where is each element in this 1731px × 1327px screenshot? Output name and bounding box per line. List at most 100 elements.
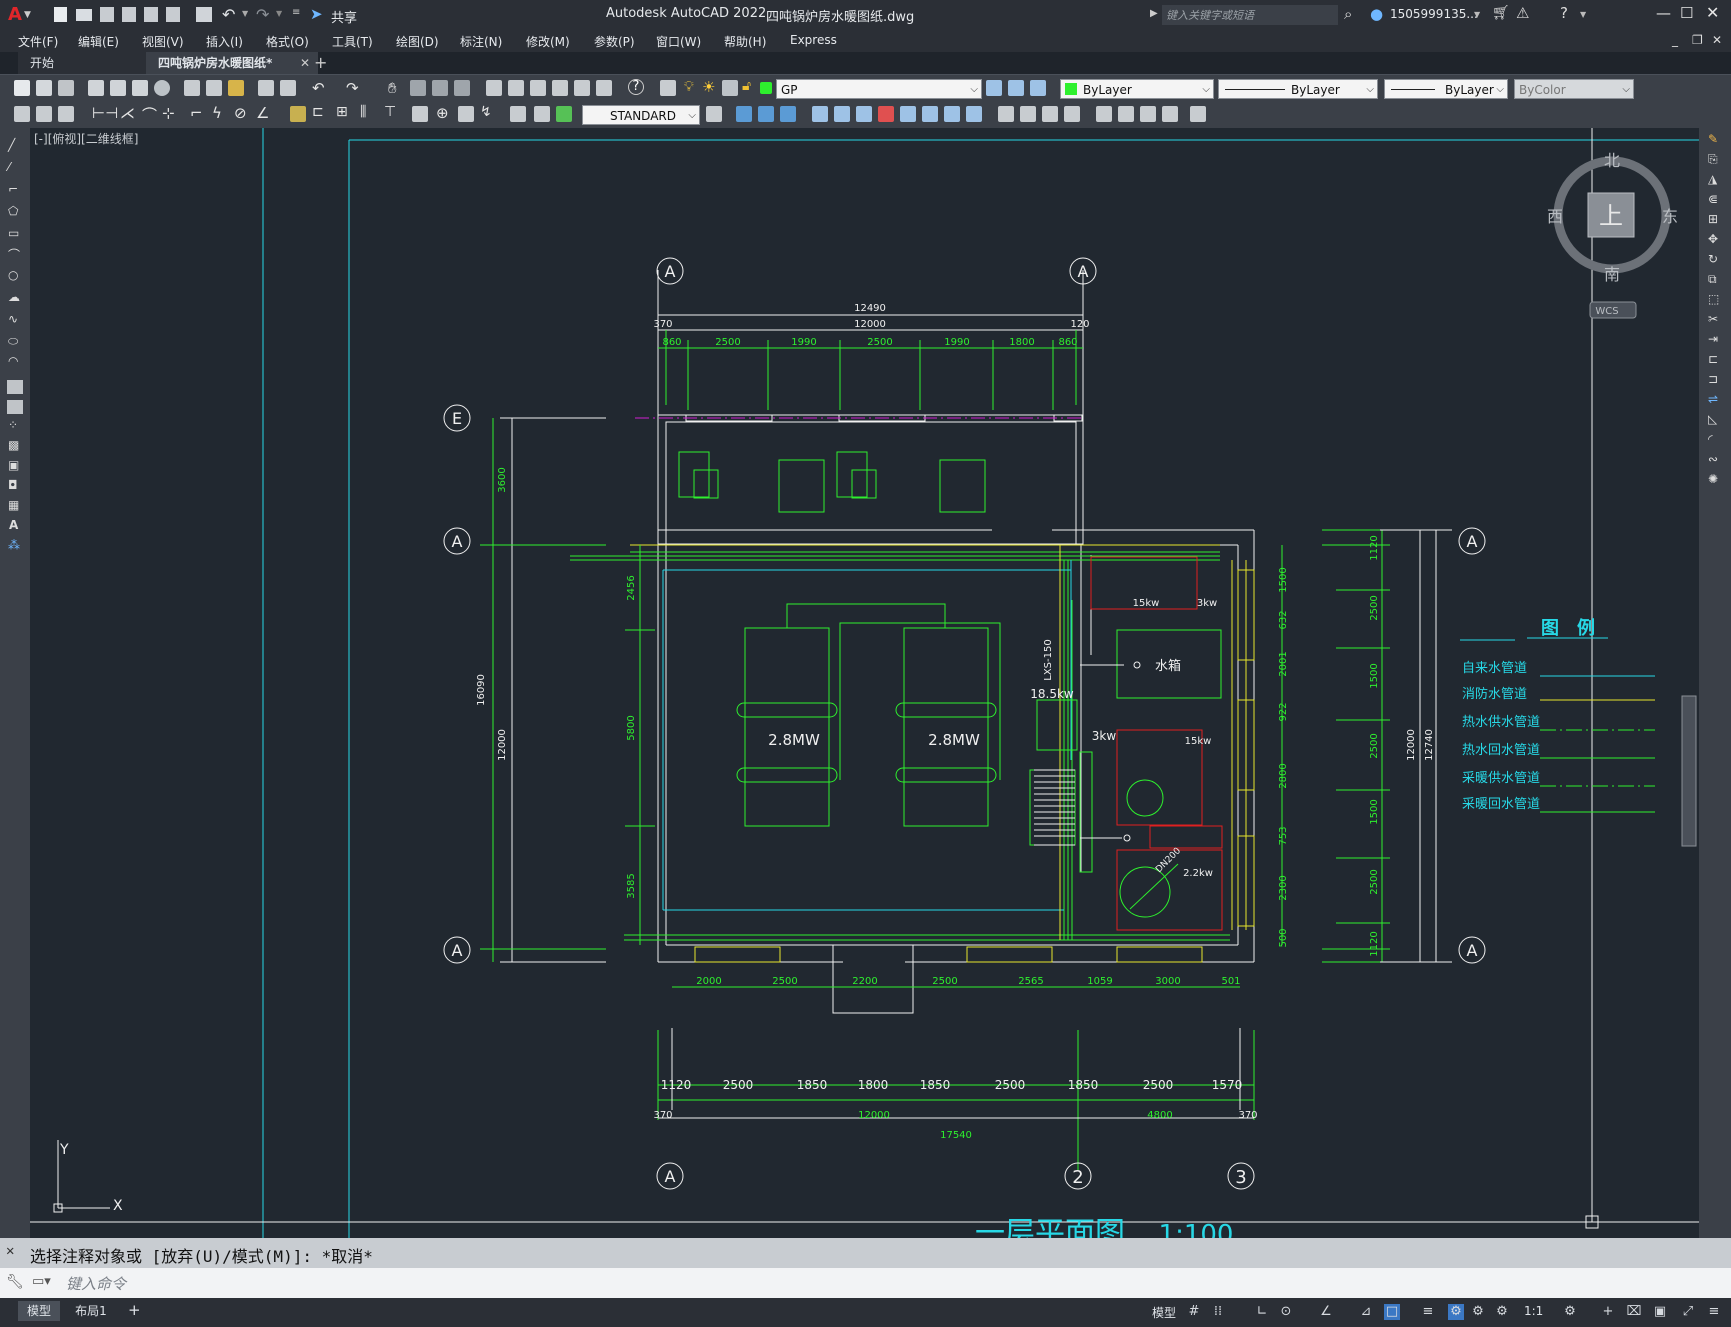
scale-dropdown[interactable]: 1:1: [1524, 1304, 1543, 1318]
point-icon[interactable]: ⁘: [8, 418, 18, 432]
make-current-layer-icon[interactable]: [986, 80, 1002, 96]
open-file-icon[interactable]: [76, 9, 92, 21]
command-line[interactable]: 🔧︎ ▭▾ 键入命令: [0, 1268, 1731, 1298]
table-icon[interactable]: ▦: [8, 498, 19, 512]
modify-tool-icon[interactable]: [834, 106, 850, 122]
properties-icon[interactable]: [486, 80, 502, 96]
block-editor-icon[interactable]: [280, 80, 296, 96]
doc-minimize-icon[interactable]: _: [1672, 33, 1678, 47]
menu-help[interactable]: 帮助(H): [724, 33, 766, 50]
undo-icon[interactable]: ↶: [222, 5, 235, 24]
drawing-canvas[interactable]: [-][俯视][二维线框] 上 北 南 西 东 WCS 2.8MW 2.8MW …: [30, 128, 1699, 1238]
polar-icon[interactable]: ⊙: [1278, 1304, 1294, 1320]
erase-icon[interactable]: ✎: [1708, 132, 1718, 146]
insert-block-icon[interactable]: [7, 380, 23, 394]
lineweight-dropdown[interactable]: ByLayer ⌵: [1384, 79, 1508, 99]
dim-space-icon[interactable]: ⫼: [360, 104, 366, 120]
move-icon[interactable]: ✥: [1708, 232, 1718, 246]
polyline-icon[interactable]: ⌐: [8, 182, 18, 196]
tolerance-icon[interactable]: [412, 106, 428, 122]
tab-drawing[interactable]: 四吨锅炉房水暖图纸* ✕: [146, 52, 318, 74]
navigation-bar[interactable]: [1681, 695, 1697, 847]
arc-dim-icon[interactable]: ⌒: [142, 104, 157, 125]
break-at-point-icon[interactable]: ⊏: [1708, 352, 1718, 366]
modify-tool-icon[interactable]: [944, 106, 960, 122]
search-icon[interactable]: ⌕: [1344, 5, 1352, 23]
command-input[interactable]: 键入命令: [66, 1273, 126, 1294]
menu-express[interactable]: Express: [790, 33, 837, 47]
blend-curves-icon[interactable]: ∾: [1708, 452, 1718, 466]
add-selected-icon[interactable]: ⁂: [8, 538, 20, 552]
polygon-icon[interactable]: ⬠: [8, 204, 18, 218]
modify-tool-icon[interactable]: [922, 106, 938, 122]
open-icon[interactable]: [36, 80, 52, 96]
modify-tool-icon[interactable]: [1140, 106, 1156, 122]
menu-file[interactable]: 文件(F): [18, 33, 58, 50]
explode-icon[interactable]: ✺: [1708, 472, 1718, 486]
modify-tool-icon[interactable]: [878, 106, 894, 122]
dim-tool-icon[interactable]: [36, 106, 52, 122]
offset-icon[interactable]: ⋐: [1708, 192, 1718, 206]
break-icon[interactable]: ⊐: [1708, 372, 1718, 386]
ortho-icon[interactable]: ∟: [1254, 1304, 1270, 1320]
user-dropdown-icon[interactable]: ▼: [1474, 10, 1480, 19]
extend-icon[interactable]: ⇥: [1708, 332, 1718, 346]
arc-icon[interactable]: ⌒: [8, 246, 20, 263]
redo-tool-icon[interactable]: ↷: [346, 79, 359, 97]
angular-dim-icon[interactable]: ∠: [256, 104, 269, 122]
cart-icon[interactable]: 🛒︎: [1492, 5, 1510, 21]
save-icon[interactable]: [58, 80, 74, 96]
osnap-icon[interactable]: ⊿: [1358, 1304, 1374, 1320]
paste-icon[interactable]: [228, 80, 244, 96]
linear-dim-icon[interactable]: ⊢⊣: [92, 104, 118, 122]
autodesk-app-icon[interactable]: ⚠︎: [1516, 4, 1529, 22]
calculator-icon[interactable]: [596, 80, 612, 96]
color-dropdown[interactable]: ByLayer ⌵: [1060, 79, 1214, 99]
plotstyle-dropdown[interactable]: ByColor ⌵: [1514, 79, 1634, 99]
annotation-visibility-icon[interactable]: ⚙︎: [1470, 1304, 1486, 1320]
layer-viewport-icon[interactable]: [722, 80, 738, 96]
modify-tool-icon[interactable]: [812, 106, 828, 122]
plot-icon[interactable]: [196, 7, 212, 22]
tab-layout1[interactable]: 布局1: [66, 1301, 116, 1321]
search-input[interactable]: 键入关键字或短语: [1162, 5, 1338, 25]
menu-tools[interactable]: 工具(T): [332, 33, 373, 50]
inspect-icon[interactable]: [458, 106, 474, 122]
menu-view[interactable]: 视图(V): [142, 33, 184, 50]
modify-tool-icon[interactable]: [900, 106, 916, 122]
join-icon[interactable]: ⇌: [1708, 392, 1718, 406]
model-space-button[interactable]: 模型: [1152, 1304, 1176, 1321]
sheet-set-icon[interactable]: [552, 80, 568, 96]
stretch-icon[interactable]: ⬚: [1708, 292, 1719, 306]
line-icon[interactable]: ╱: [8, 138, 15, 152]
annotation-scale-icon[interactable]: ⚙︎: [1448, 1304, 1464, 1320]
modify-tool-icon[interactable]: [780, 106, 796, 122]
modify-tool-icon[interactable]: [856, 106, 872, 122]
copy-icon[interactable]: [206, 80, 222, 96]
customize-qat-icon[interactable]: ≡: [292, 7, 300, 18]
new-file-icon[interactable]: [54, 7, 67, 22]
array-icon[interactable]: ⊞: [1708, 212, 1718, 226]
menu-parametric[interactable]: 参数(P): [594, 33, 635, 50]
publish-icon[interactable]: [132, 80, 148, 96]
modify-tool-icon[interactable]: [1162, 106, 1178, 122]
modify-tool-icon[interactable]: [966, 106, 982, 122]
dim-edit-icon[interactable]: [510, 106, 526, 122]
circle-icon[interactable]: ○: [8, 268, 18, 282]
revision-cloud-icon[interactable]: ☁︎: [8, 290, 20, 304]
help-icon[interactable]: ?: [1560, 4, 1568, 22]
layer-lock-icon[interactable]: 🔓︎: [742, 78, 751, 94]
dim-text-edit-icon[interactable]: [534, 106, 550, 122]
command-prompt-icon[interactable]: ▭▾: [32, 1274, 51, 1289]
menu-dimension[interactable]: 标注(N): [460, 33, 502, 50]
markup-icon[interactable]: [574, 80, 590, 96]
open-web-icon[interactable]: [144, 7, 158, 22]
center-mark-icon[interactable]: ⊕: [436, 104, 449, 122]
radius-dim-icon[interactable]: ⌐: [190, 104, 203, 122]
jogged-dim-icon[interactable]: ϟ: [212, 104, 222, 122]
user-name[interactable]: 1505999135...: [1390, 7, 1478, 21]
grid-icon[interactable]: #: [1186, 1304, 1202, 1320]
lineweight-icon[interactable]: ≡: [1420, 1304, 1436, 1320]
aligned-dim-icon[interactable]: ⋌: [120, 104, 135, 122]
undo-dropdown-icon[interactable]: ▼: [242, 9, 248, 18]
